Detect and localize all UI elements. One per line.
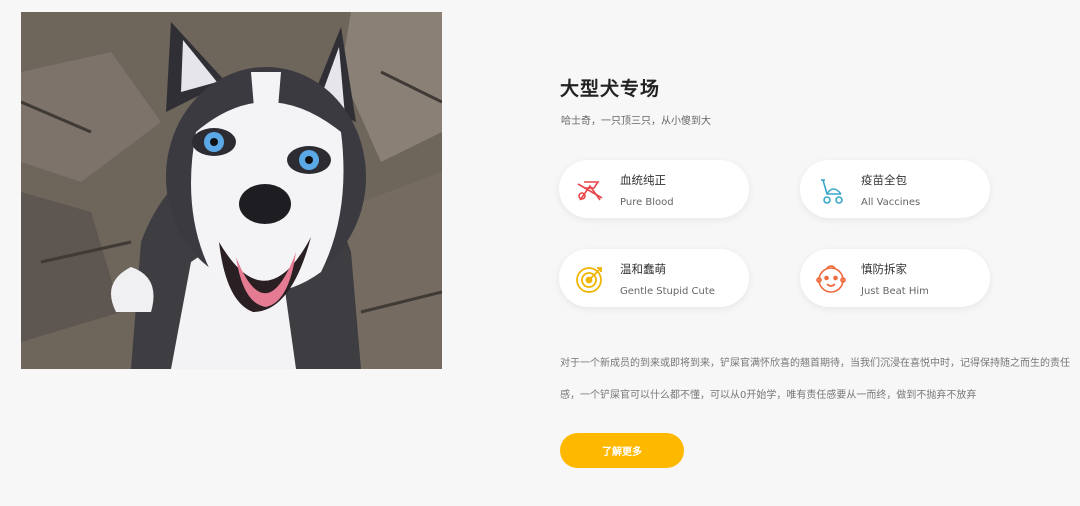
feature-card-all-vaccines: 疫苗全包 All Vaccines [800, 160, 990, 218]
feature-card-gentle-cute: 温和蠢萌 Gentle Stupid Cute [559, 249, 749, 307]
feature-subtitle: Pure Blood [620, 197, 674, 208]
feature-card-pure-blood: 血统纯正 Pure Blood [559, 160, 749, 218]
stroller-icon [815, 174, 847, 206]
section-subtitle: 哈士奇，一只顶三只，从小傻到大 [561, 116, 711, 127]
husky-puppy-image [21, 12, 442, 369]
learn-more-button[interactable]: 了解更多 [560, 433, 684, 468]
feature-title: 疫苗全包 [861, 173, 907, 187]
description-text: 对于一个新成员的到来或即将到来，铲屎官满怀欣喜的翘首期待，当我们沉浸在喜悦中时，… [560, 358, 1070, 401]
feature-title: 温和蠢萌 [620, 262, 666, 276]
feature-title: 慎防拆家 [861, 262, 907, 276]
section-title: 大型犬专场 [560, 78, 661, 100]
feature-subtitle: Just Beat Him [861, 286, 929, 297]
feature-card-beat-him: 慎防拆家 Just Beat Him [800, 249, 990, 307]
feature-title: 血统纯正 [620, 173, 666, 187]
scissors-flag-icon [574, 174, 606, 206]
feature-subtitle: All Vaccines [861, 197, 921, 208]
target-icon [574, 263, 606, 295]
baby-face-icon [815, 263, 847, 295]
feature-subtitle: Gentle Stupid Cute [620, 286, 715, 297]
